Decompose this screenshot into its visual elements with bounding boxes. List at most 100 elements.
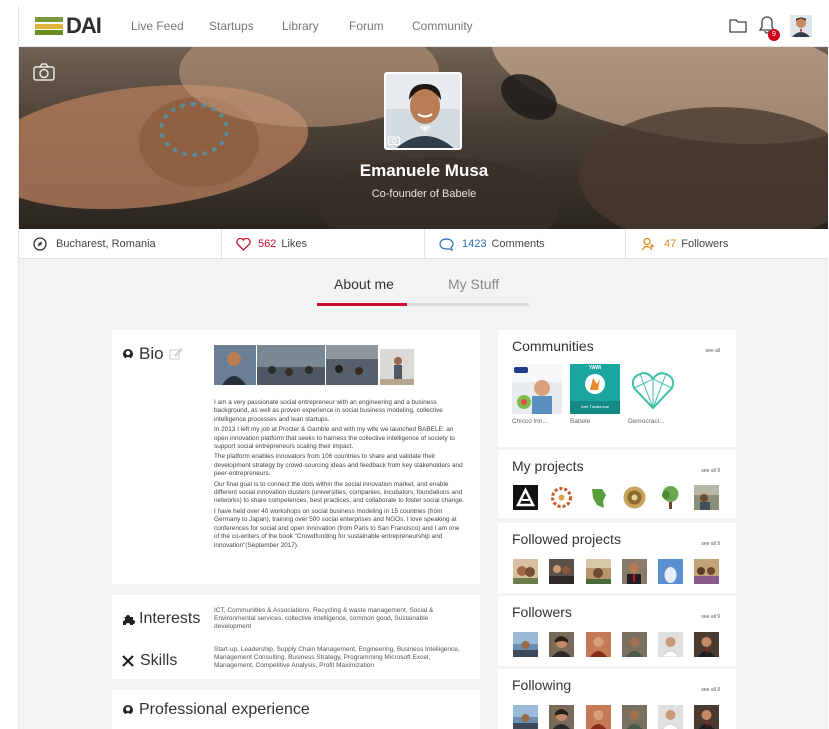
likes-stat[interactable]: 562 Likes [236, 229, 307, 259]
experience-heading: Professional experience [122, 701, 310, 719]
user-avatar[interactable] [790, 15, 812, 37]
skills-title: Skills [140, 652, 178, 669]
following-card: Following see all 9 [498, 669, 736, 729]
community-tile-chicco[interactable] [512, 364, 562, 414]
community-label[interactable]: Democraci... [628, 418, 664, 425]
project-thumb[interactable] [586, 485, 611, 510]
project-thumb[interactable] [513, 485, 538, 510]
bio-paragraph: Our final goal is to connect the dots wi… [214, 480, 465, 505]
compass-icon [33, 237, 47, 251]
bio-paragraph: I have held over 40 workshops on social … [214, 507, 460, 549]
followed-project-thumb[interactable] [622, 559, 647, 584]
likes-count: 562 [258, 238, 277, 250]
change-cover-camera-icon[interactable] [33, 63, 55, 81]
puzzle-icon [123, 614, 135, 625]
edit-pencil-icon[interactable] [169, 347, 183, 361]
folder-icon[interactable] [729, 17, 747, 33]
nav-link-live-feed[interactable]: Live Feed [131, 19, 184, 33]
experience-panel: Professional experience [112, 690, 480, 729]
bio-text: I am a very passionate social entreprene… [214, 399, 466, 552]
followed-project-thumb[interactable] [586, 559, 611, 584]
tab-my-stuff[interactable]: My Stuff [448, 276, 499, 292]
followed-project-thumb[interactable] [549, 559, 574, 584]
tab-about-me[interactable]: About me [334, 276, 394, 292]
comments-stat[interactable]: 1423 Comments [439, 229, 545, 259]
project-thumb[interactable] [549, 485, 574, 510]
followers-see-all[interactable]: see all 9 [701, 614, 720, 620]
my-projects-title: My projects [512, 458, 584, 474]
skills-heading: Skills [122, 652, 177, 670]
experience-title: Professional experience [139, 701, 310, 718]
profile-role: Co-founder of Babele [371, 188, 477, 200]
nav-link-library[interactable]: Library [282, 19, 319, 33]
communities-title: Communities [512, 338, 594, 354]
notification-badge: 9 [768, 29, 780, 41]
top-navbar: DAI Live Feed Startups Library Forum Com… [19, 6, 828, 47]
following-see-all[interactable]: see all 9 [701, 687, 720, 693]
bio-paragraph: In 2013 I left my job at Procter & Gambl… [214, 426, 455, 451]
nav-link-forum[interactable]: Forum [349, 19, 384, 33]
location-stat: Bucharest, Romania [33, 229, 156, 259]
followed-projects-title: Followed projects [512, 531, 621, 547]
following-avatar[interactable] [622, 705, 647, 729]
profile-name: Emanuele Musa [359, 161, 489, 180]
communities-card: Communities see all Chicco inn... YAWi A… [498, 330, 736, 447]
comment-icon [439, 237, 454, 251]
followed-project-thumb[interactable] [513, 559, 538, 584]
skills-text: Start-up, Leadership, Supply Chain Manag… [214, 646, 460, 669]
followers-stat[interactable]: 47 Followers [641, 229, 728, 259]
follower-avatar[interactable] [694, 632, 719, 657]
project-thumb[interactable] [658, 485, 683, 510]
communities-see-all[interactable]: see all [706, 348, 720, 354]
following-avatar[interactable] [549, 705, 574, 729]
followed-project-thumb[interactable] [694, 559, 719, 584]
change-avatar-camera-icon[interactable] [388, 135, 400, 145]
nav-link-startups[interactable]: Startups [209, 19, 254, 33]
project-thumb[interactable] [622, 485, 647, 510]
babele-tile-text: YAWi [588, 365, 602, 371]
location-text: Bucharest, Romania [56, 238, 156, 250]
bio-photo-speaker[interactable] [380, 349, 414, 385]
community-tile-democracy[interactable] [628, 364, 678, 414]
logo[interactable]: DAI [35, 13, 102, 38]
likes-label: Likes [281, 238, 308, 250]
community-label[interactable]: Chicco inn... [512, 418, 548, 425]
following-avatar[interactable] [694, 705, 719, 729]
bio-panel: Bio I am a very passionate social entrep… [112, 330, 480, 584]
follower-avatar[interactable] [622, 632, 647, 657]
logo-text: DAI [66, 13, 102, 38]
babele-tile-subtext: Arte Tradicional [581, 404, 609, 409]
follower-avatar[interactable] [586, 632, 611, 657]
community-label[interactable]: Babele [570, 418, 590, 425]
bio-heading: Bio [122, 344, 183, 364]
following-title: Following [512, 677, 572, 693]
nav-link-community[interactable]: Community [412, 19, 473, 33]
followed-projects-see-all[interactable]: see all 9 [701, 541, 720, 547]
followers-label: Followers [681, 238, 729, 250]
follower-avatar[interactable] [513, 632, 538, 657]
following-avatar[interactable] [513, 705, 538, 729]
tools-icon [122, 655, 134, 667]
following-avatar[interactable] [586, 705, 611, 729]
profile-cover: Emanuele Musa Co-founder of Babele [19, 47, 828, 229]
followers-count: 47 [664, 238, 677, 250]
followers-card: Followers see all 9 [498, 596, 736, 666]
followed-project-thumb[interactable] [658, 559, 683, 584]
community-tile-babele[interactable]: YAWi Arte Tradicional [570, 364, 620, 414]
my-projects-card: My projects see all 9 [498, 450, 736, 518]
follower-avatar[interactable] [658, 632, 683, 657]
interests-title: Interests [139, 610, 201, 627]
comments-count: 1423 [462, 238, 487, 250]
person-icon [123, 349, 133, 359]
interests-skills-panel: Interests ICT, Communities & Association… [112, 595, 480, 679]
following-avatar[interactable] [658, 705, 683, 729]
followed-projects-card: Followed projects see all 9 [498, 523, 736, 593]
bio-paragraph: The platform enables innovators from 106… [214, 453, 463, 478]
project-thumb[interactable] [694, 485, 719, 510]
my-projects-see-all[interactable]: see all 9 [701, 468, 720, 474]
bio-title: Bio [139, 344, 164, 363]
person-icon [123, 705, 133, 715]
follower-avatar[interactable] [549, 632, 574, 657]
logo-mark [35, 17, 63, 35]
follower-user-icon [641, 237, 654, 250]
